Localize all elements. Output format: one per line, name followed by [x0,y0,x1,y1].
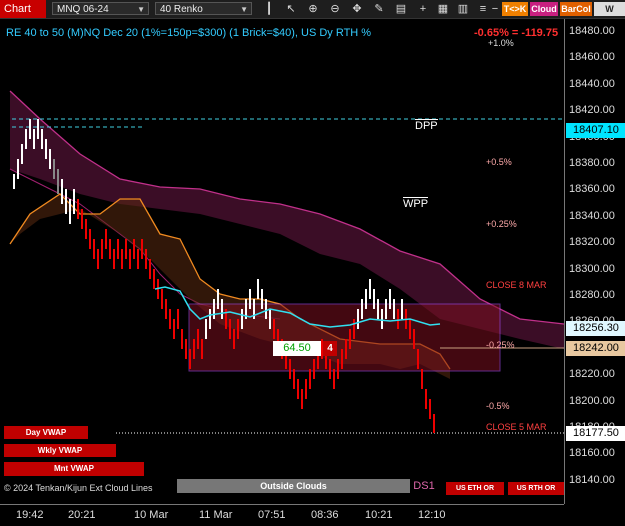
tk-toggle-button[interactable]: T<>K [502,2,528,16]
wvwap-toggle-button[interactable]: W VWA [594,2,625,28]
time-label: 10 Mar [134,509,169,521]
price-tick-label: 18160.00 [569,447,615,460]
price-tick-label: 18280.00 [569,289,615,301]
plus-icon[interactable]: + [416,1,430,17]
data-box-icon[interactable]: ▦ [436,1,450,17]
drawing-icon[interactable]: ✎ [372,1,386,17]
instrument-selector[interactable]: MNQ 06-24 ▼ [52,2,149,15]
outside-clouds-bar: Outside Clouds [177,479,410,493]
time-label: 19:42 [16,509,44,521]
price-change: -0.65% = -119.75 [474,27,559,39]
pct-label: +0.5% [486,157,512,167]
price-tag-cyan: 18407.10 [566,123,625,138]
price-tag-level: 18242.00 [566,341,625,356]
weekly-vwap-button[interactable]: Wkly VWAP [4,444,116,457]
price-tick-label: 18340.00 [569,209,615,222]
dpp-label: DPP [415,119,438,132]
us-rth-or-button[interactable]: US RTH OR [508,482,564,495]
pct-label: +0.25% [486,219,517,229]
chart-title: RE 40 to 50 (M)NQ Dec 20 (1%=150p=$300) … [6,27,372,39]
barcol-toggle-button[interactable]: BarCol [560,2,592,16]
price-tick-label: 18440.00 [569,77,615,90]
close-5-mar-label: CLOSE 5 MAR [486,422,547,432]
indicator-legend: © 2024 Tenkan/Kijun Ext Cloud Lines [4,483,153,493]
day-vwap-button[interactable]: Day VWAP [4,426,88,439]
toolbar: Chart MNQ 06-24 ▼ 40 Renko ▼ ┃ ↖ ⊕ ⊖ ✥ ✎… [0,0,625,28]
price-tick-label: 18360.00 [569,183,615,196]
monthly-vwap-button[interactable]: Mnt VWAP [4,462,144,476]
wpp-label: WPP [403,197,429,210]
cursor-icon[interactable]: ↖ [284,1,298,17]
properties-icon[interactable]: ▤ [394,1,408,17]
price-tag-last: 18256.30 [566,321,625,336]
price-tick-label: 18380.00 [569,157,615,169]
price-tick-label: 18320.00 [569,236,615,249]
time-label: 12:10 [418,509,446,521]
instrument-value: MNQ 06-24 [57,4,109,15]
price-tick-label: 18420.00 [569,104,615,117]
minus-icon[interactable]: − [488,1,502,17]
chart-window-title: Chart [0,0,46,18]
scroll-icon[interactable]: ✥ [350,1,364,17]
zoom-in-icon[interactable]: ⊕ [306,1,320,17]
price-tick-label: 18140.00 [569,473,615,486]
chart-area[interactable]: RE 40 to 50 (M)NQ Dec 20 (1%=150p=$300) … [0,19,564,504]
bar-type-value: 40 Renko [160,4,203,15]
bar-type-selector[interactable]: 40 Renko ▼ [155,2,252,15]
chevron-down-icon: ▼ [137,5,145,14]
zoom-out-icon[interactable]: ⊖ [328,1,342,17]
bars-icon[interactable]: ┃ [262,1,276,17]
pct-label: -0.5% [486,401,510,411]
us-eth-or-button[interactable]: US ETH OR [446,482,504,495]
time-label: 20:21 [68,509,96,521]
price-tick-label: 18480.00 [569,25,615,37]
time-label: 11 Mar [199,509,233,521]
pct-label: -0.25% [486,340,515,350]
box-range-label: 64.50 [273,341,321,356]
box-count-badge: 4 [323,341,337,356]
pct-label: +1.0% [488,38,514,48]
time-label: 08:36 [311,509,339,521]
chart-style-icon[interactable]: ▥ [456,1,470,17]
close-8-mar-label: CLOSE 8 MAR [486,280,547,290]
time-axis[interactable]: 19:42 20:21 10 Mar 11 Mar 07:51 08:36 10… [0,504,564,526]
price-axis[interactable]: 18480.0018460.0018440.0018420.0018400.00… [564,19,625,504]
price-tick-label: 18300.00 [569,262,615,275]
chevron-down-icon: ▼ [240,5,248,14]
price-tick-label: 18460.00 [569,51,615,64]
cloud-toggle-button[interactable]: Cloud [530,2,558,16]
price-tag-close: 18177.50 [566,426,625,441]
ds1-label: DS1 [413,480,435,492]
time-label: 10:21 [365,509,393,521]
time-label: 07:51 [258,509,286,521]
price-tick-label: 18200.00 [569,394,615,407]
price-tick-label: 18220.00 [569,368,615,381]
